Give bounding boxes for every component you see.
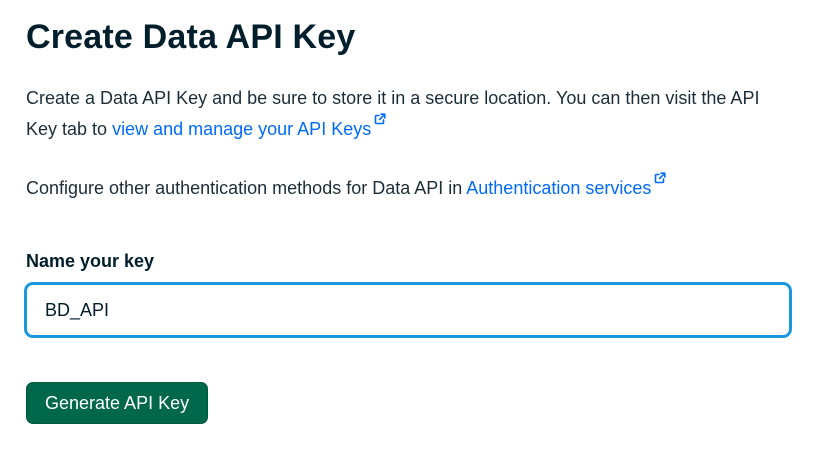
external-link-icon — [374, 113, 386, 125]
auth-paragraph: Configure other authentication methods f… — [26, 172, 786, 203]
authentication-services-link[interactable]: Authentication services — [466, 172, 666, 198]
authentication-services-link-text[interactable]: Authentication services — [466, 178, 651, 198]
intro-paragraph: Create a Data API Key and be sure to sto… — [26, 83, 786, 144]
manage-api-keys-link-text[interactable]: view and manage your API Keys — [112, 119, 371, 139]
page-title: Create Data API Key — [26, 18, 356, 56]
key-name-field-wrapper — [24, 282, 792, 338]
auth-text: Configure other authentication methods f… — [26, 178, 467, 198]
key-name-label: Name your key — [26, 251, 155, 271]
external-link-icon — [655, 172, 666, 184]
manage-api-keys-link[interactable]: view and manage your API Keys — [112, 113, 386, 139]
key-name-input[interactable] — [27, 285, 789, 335]
generate-api-key-button[interactable]: Generate API Key — [26, 382, 209, 424]
